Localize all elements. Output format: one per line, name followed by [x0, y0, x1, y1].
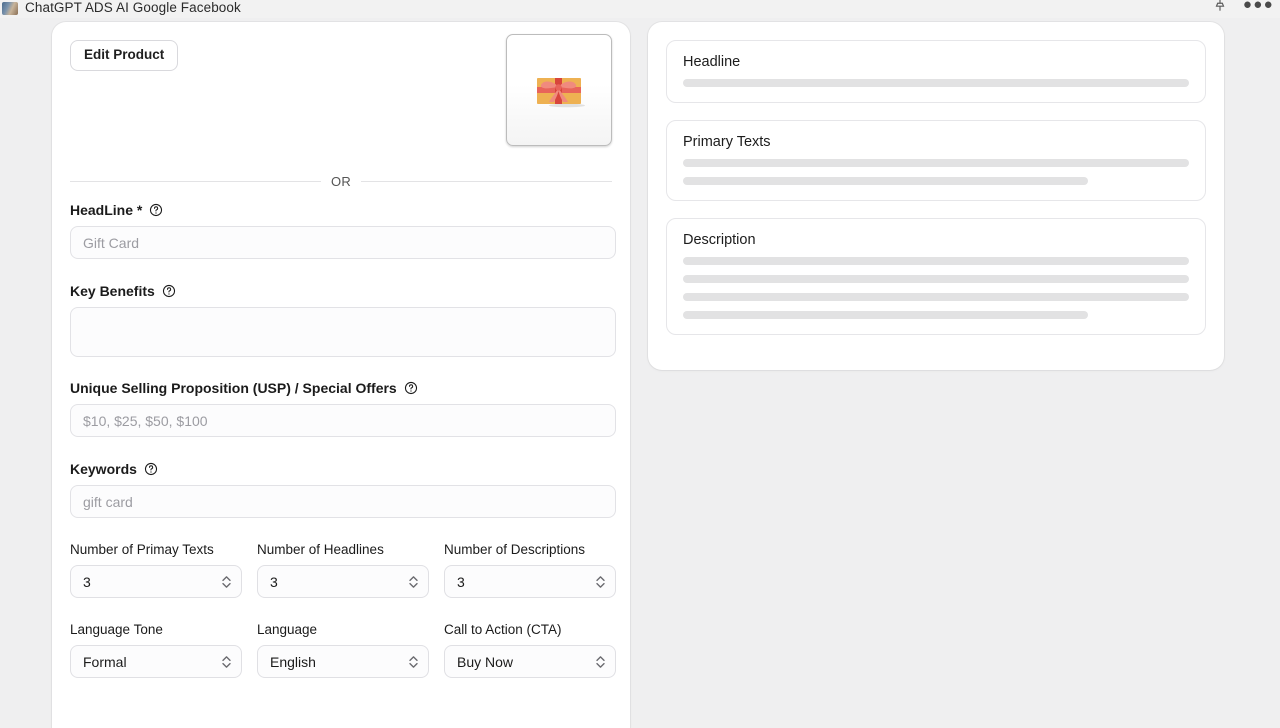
page-body: Edit Product OR [0, 18, 1280, 720]
options-row: Language Tone Formal Language English [70, 622, 616, 678]
keywords-label-row: Keywords [70, 461, 616, 477]
product-form-panel: Edit Product OR [52, 22, 630, 728]
key-benefits-label: Key Benefits [70, 283, 155, 299]
gift-card-image [531, 68, 587, 112]
key-benefits-textarea[interactable] [70, 307, 616, 357]
divider-line-left [70, 181, 321, 182]
ellipsis-menu-icon[interactable]: ●●● [1243, 0, 1274, 12]
language-label: Language [257, 622, 429, 637]
skeleton-line [683, 311, 1088, 319]
count-descriptions-value: 3 [457, 575, 465, 589]
product-form: HeadLine * Key Benefits [70, 202, 616, 678]
language-select[interactable]: English [257, 645, 429, 678]
or-label: OR [331, 174, 351, 189]
field-headline: HeadLine * [70, 202, 616, 259]
chevron-updown-icon[interactable] [595, 654, 606, 670]
chevron-updown-icon[interactable] [408, 654, 419, 670]
keywords-input[interactable] [70, 485, 616, 518]
usp-label-row: Unique Selling Proposition (USP) / Speci… [70, 380, 616, 396]
headline-label-row: HeadLine * [70, 202, 616, 218]
primary-texts-result-card: Primary Texts [666, 120, 1206, 201]
field-keywords: Keywords [70, 461, 616, 518]
count-primary-texts: Number of Primay Texts 3 [70, 542, 242, 598]
headline-label: HeadLine * [70, 202, 142, 218]
skeleton-line [683, 257, 1189, 265]
usp-label: Unique Selling Proposition (USP) / Speci… [70, 380, 397, 396]
count-descriptions-label: Number of Descriptions [444, 542, 616, 557]
chevron-updown-icon[interactable] [408, 574, 419, 590]
count-primary-texts-label: Number of Primay Texts [70, 542, 242, 557]
skeleton-line [683, 177, 1088, 185]
title-bar-actions: ●●● [1213, 0, 1274, 12]
keywords-label: Keywords [70, 461, 137, 477]
window-title: ChatGPT ADS AI Google Facebook [25, 0, 241, 15]
help-circle-icon[interactable] [149, 203, 163, 217]
headline-input[interactable] [70, 226, 616, 259]
ad-preview-panel: Headline Primary Texts Description [648, 22, 1224, 370]
cta-label: Call to Action (CTA) [444, 622, 616, 637]
divider-line-right [361, 181, 612, 182]
count-headlines-value: 3 [270, 575, 278, 589]
language-tone-label: Language Tone [70, 622, 242, 637]
edit-product-button[interactable]: Edit Product [70, 40, 178, 71]
skeleton-line [683, 79, 1189, 87]
site-favicon [2, 2, 18, 15]
field-usp: Unique Selling Proposition (USP) / Speci… [70, 380, 616, 437]
count-primary-texts-stepper[interactable]: 3 [70, 565, 242, 598]
count-headlines-label: Number of Headlines [257, 542, 429, 557]
skeleton-line [683, 159, 1189, 167]
primary-texts-result-title: Primary Texts [683, 134, 1189, 150]
skeleton-line [683, 293, 1189, 301]
help-circle-icon[interactable] [162, 284, 176, 298]
window-title-bar: ChatGPT ADS AI Google Facebook ●●● [0, 0, 1280, 18]
language-field: Language English [257, 622, 429, 678]
cta-select[interactable]: Buy Now [444, 645, 616, 678]
language-tone-value: Formal [83, 655, 127, 669]
count-descriptions: Number of Descriptions 3 [444, 542, 616, 598]
skeleton-line [683, 275, 1189, 283]
cta-value: Buy Now [457, 655, 513, 669]
cta-field: Call to Action (CTA) Buy Now [444, 622, 616, 678]
headline-result-title: Headline [683, 54, 1189, 70]
pin-icon[interactable] [1213, 0, 1227, 12]
or-divider: OR [70, 174, 612, 189]
headline-result-card: Headline [666, 40, 1206, 103]
language-tone-field: Language Tone Formal [70, 622, 242, 678]
chevron-updown-icon[interactable] [221, 574, 232, 590]
description-result-title: Description [683, 232, 1189, 248]
count-descriptions-stepper[interactable]: 3 [444, 565, 616, 598]
key-benefits-label-row: Key Benefits [70, 283, 616, 299]
count-headlines-stepper[interactable]: 3 [257, 565, 429, 598]
help-circle-icon[interactable] [404, 381, 418, 395]
help-circle-icon[interactable] [144, 462, 158, 476]
chevron-updown-icon[interactable] [221, 654, 232, 670]
field-key-benefits: Key Benefits [70, 283, 616, 362]
language-tone-select[interactable]: Formal [70, 645, 242, 678]
product-thumbnail[interactable] [506, 34, 612, 146]
count-headlines: Number of Headlines 3 [257, 542, 429, 598]
description-result-card: Description [666, 218, 1206, 335]
usp-input[interactable] [70, 404, 616, 437]
chevron-updown-icon[interactable] [595, 574, 606, 590]
counts-row: Number of Primay Texts 3 Number of Headl… [70, 542, 616, 598]
count-primary-texts-value: 3 [83, 575, 91, 589]
language-value: English [270, 655, 316, 669]
